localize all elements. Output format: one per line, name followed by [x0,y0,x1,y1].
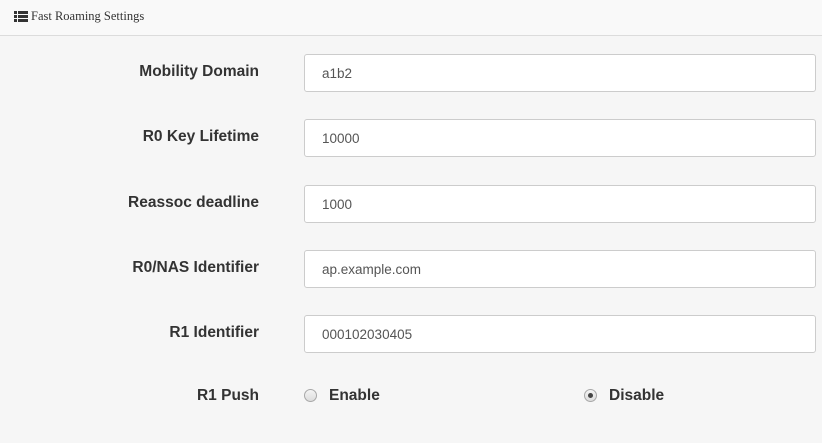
mobility-domain-input[interactable] [304,54,816,92]
r1-push-label: R1 Push [196,387,259,404]
r0-key-lifetime-label: R0 Key Lifetime [142,128,259,145]
reassoc-deadline-label: Reassoc deadline [128,194,259,211]
mobility-domain-row: Mobility Domain [0,52,822,92]
enable-radio[interactable] [304,389,317,402]
reassoc-deadline-row: Reassoc deadline [0,183,822,223]
panel-header: Fast Roaming Settings [0,0,822,36]
list-icon [14,11,28,22]
reassoc-deadline-input[interactable] [304,185,816,223]
r1-identifier-row: R1 Identifier [0,313,822,353]
disable-radio[interactable] [584,389,597,402]
r0-nas-identifier-input[interactable] [304,250,816,288]
r1-identifier-input[interactable] [304,315,816,353]
disable-radio-label[interactable]: Disable [609,376,664,416]
r1-identifier-label: R1 Identifier [169,324,259,341]
r0-nas-identifier-row: R0/NAS Identifier [0,248,822,288]
mobility-domain-label: Mobility Domain [139,63,259,80]
enable-radio-label[interactable]: Enable [329,376,380,416]
fast-roaming-settings-panel: Fast Roaming Settings Mobility Domain R0… [0,0,822,443]
r1-push-row: R1 Push Enable Disable [0,376,822,416]
r0-key-lifetime-row: R0 Key Lifetime [0,117,822,157]
panel-title: Fast Roaming Settings [31,9,145,23]
r0-nas-identifier-label: R0/NAS Identifier [132,259,259,276]
r0-key-lifetime-input[interactable] [304,119,816,157]
